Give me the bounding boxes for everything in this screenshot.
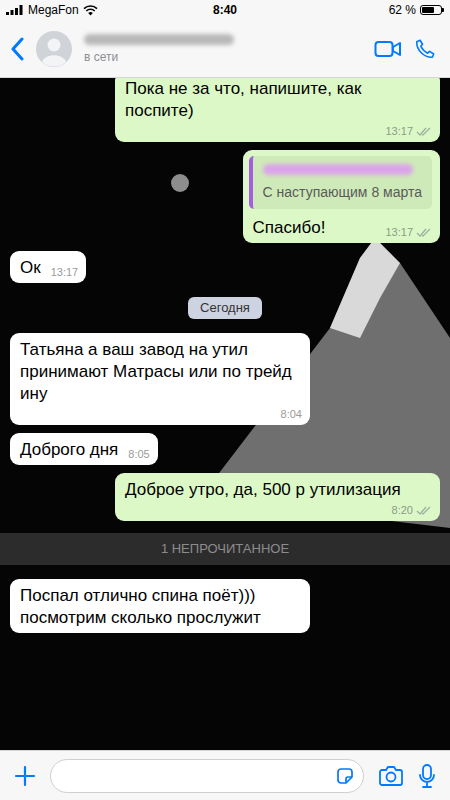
quoted-message[interactable]: С наступающим 8 марта: [249, 156, 432, 209]
message-text: Ок: [20, 257, 41, 279]
message-text: Доброго дня: [20, 439, 118, 461]
battery-text: 62 %: [389, 3, 416, 17]
back-chevron-icon[interactable]: [10, 37, 24, 61]
date-pill: Сегодня: [188, 297, 262, 319]
message-time: 13:17: [51, 265, 79, 279]
message-input[interactable]: [50, 759, 364, 793]
message-time: 8:20: [392, 503, 413, 517]
message-row: Татьяна а ваш завод на утил принимают Ма…: [10, 333, 440, 425]
message-time: 13:17: [385, 225, 413, 239]
contact-info[interactable]: в сети: [84, 34, 362, 64]
quote-author-blurred: [263, 164, 413, 175]
chat-area: Пока не за что, напишите, как поспите) 1…: [0, 78, 450, 750]
avatar-icon[interactable]: [36, 31, 72, 67]
chat-screen: MegaFon 8:40 62 % в сети Пока не за что,…: [0, 0, 450, 800]
battery-icon: [420, 5, 444, 15]
message-row: Доброе утро, да, 500 р утилизация 8:20: [10, 473, 440, 521]
message-row: Доброго дня 8:05: [10, 433, 440, 465]
message-bubble[interactable]: Доброго дня 8:05: [10, 433, 158, 465]
message-time: 8:04: [281, 407, 302, 421]
chat-header: в сети: [0, 20, 450, 78]
battery-fill: [422, 7, 434, 13]
message-text: Пока не за что, напишите, как поспите): [125, 78, 432, 122]
clock: 8:40: [213, 3, 237, 17]
message-row: Поспал отлично спина поёт))) посмотрим с…: [10, 579, 440, 633]
message-text: Татьяна а ваш завод на утил принимают Ма…: [20, 339, 302, 405]
double-check-icon: [416, 126, 432, 137]
plus-icon[interactable]: [14, 765, 36, 787]
message-time: 13:17: [385, 124, 413, 138]
contact-status: в сети: [84, 50, 362, 64]
message-meta: 8:05: [128, 445, 149, 461]
wifi-icon: [83, 5, 98, 16]
input-bar: [0, 750, 450, 800]
message-meta: 8:20: [392, 501, 432, 517]
message-meta: 8:04: [281, 405, 302, 421]
double-check-icon: [416, 505, 432, 516]
message-text: Поспал отлично спина поёт))) посмотрим с…: [20, 585, 302, 629]
message-text: Спасибо!: [253, 217, 326, 239]
date-divider: Сегодня: [10, 297, 440, 319]
signal-icon: [6, 5, 24, 15]
message-bubble[interactable]: Татьяна а ваш завод на утил принимают Ма…: [10, 333, 310, 425]
message-bubble[interactable]: Пока не за что, напишите, как поспите) 1…: [115, 78, 440, 142]
camera-icon[interactable]: [378, 765, 404, 787]
unread-divider: 1 НЕПРОЧИТАННОЕ: [0, 533, 450, 565]
microphone-icon[interactable]: [418, 764, 436, 788]
status-bar: MegaFon 8:40 62 %: [0, 0, 450, 20]
double-check-icon: [416, 227, 432, 238]
message-bubble[interactable]: Ок 13:17: [10, 251, 86, 283]
message-bubble[interactable]: С наступающим 8 марта Спасибо! 13:17: [243, 150, 440, 243]
video-call-icon[interactable]: [374, 39, 402, 59]
message-bubble[interactable]: Поспал отлично спина поёт))) посмотрим с…: [10, 579, 310, 633]
sticker-icon[interactable]: [335, 766, 355, 786]
message-meta: 13:17: [385, 122, 432, 138]
message-time: 8:05: [128, 447, 149, 461]
message-row: Ок 13:17: [10, 251, 440, 283]
message-meta: 13:17: [51, 263, 79, 279]
message-row: Пока не за что, напишите, как поспите) 1…: [10, 78, 440, 142]
phone-call-icon[interactable]: [414, 38, 436, 60]
quote-text: С наступающим 8 марта: [263, 183, 422, 201]
message-row: С наступающим 8 марта Спасибо! 13:17: [10, 150, 440, 243]
carrier: MegaFon: [28, 3, 79, 17]
message-text: Доброе утро, да, 500 р утилизация: [125, 479, 401, 501]
contact-name-blurred: [84, 34, 234, 45]
message-bubble[interactable]: Доброе утро, да, 500 р утилизация 8:20: [115, 473, 440, 521]
message-meta: 13:17: [385, 223, 432, 239]
message-list: Пока не за что, напишите, как поспите) 1…: [0, 78, 450, 633]
